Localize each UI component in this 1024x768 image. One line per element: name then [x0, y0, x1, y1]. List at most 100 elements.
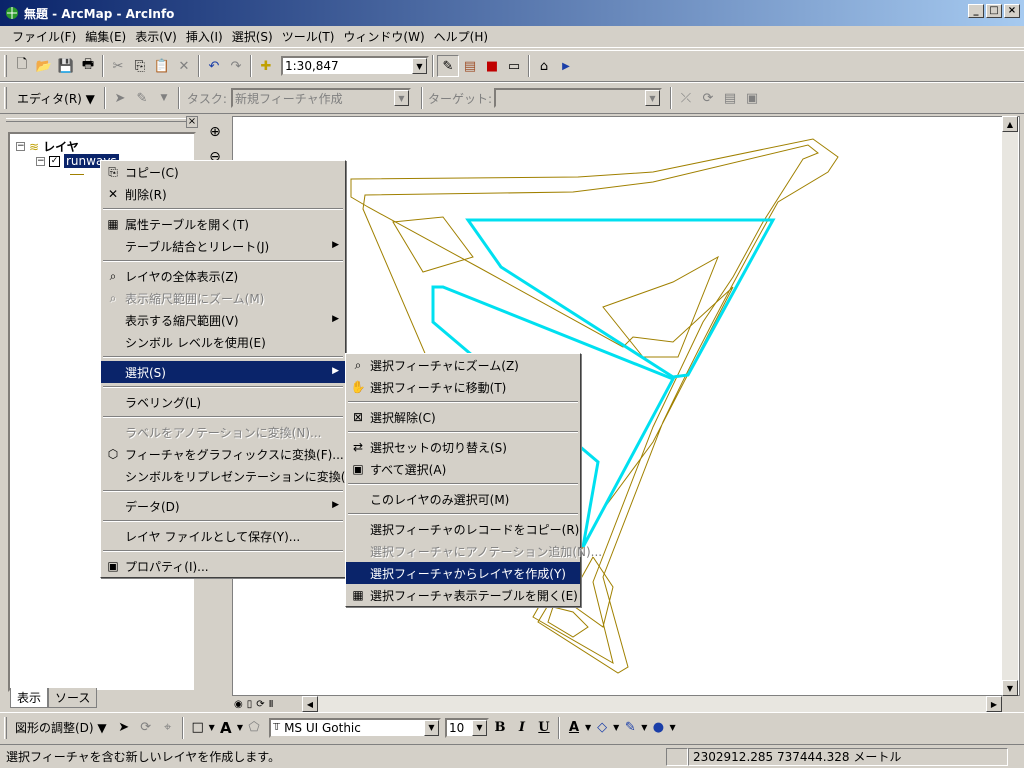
split-tool-icon[interactable]: ⤫: [675, 87, 697, 109]
sub-item[interactable]: ⊠ 選択解除(C): [346, 406, 580, 428]
zoom-in-icon[interactable]: ⊕: [204, 121, 226, 143]
cut-icon[interactable]: ✂: [107, 55, 129, 77]
ctx-item[interactable]: ✕ 削除(R): [101, 183, 345, 205]
redo-icon[interactable]: ↷: [225, 55, 247, 77]
ctx-item[interactable]: レイヤ ファイルとして保存(Y)...: [101, 525, 345, 547]
bold-button[interactable]: B: [489, 717, 511, 739]
fill-color-icon[interactable]: ◇: [591, 717, 613, 739]
attributes-icon[interactable]: ▤: [719, 87, 741, 109]
menu-tools[interactable]: ツール(T): [278, 28, 339, 45]
marker-color-icon[interactable]: ●: [647, 717, 669, 739]
sub-item[interactable]: ⌕ 選択フィーチャにズーム(Z): [346, 354, 580, 376]
map-vertical-scrollbar[interactable]: ▲ ▼: [1002, 116, 1018, 696]
toc-close-icon[interactable]: ×: [186, 116, 198, 128]
paste-icon[interactable]: 📋: [151, 55, 173, 77]
sketch-properties-icon[interactable]: ▣: [741, 87, 763, 109]
sub-item[interactable]: ✋ 選択フィーチャに移動(T): [346, 376, 580, 398]
drawing-menu-button[interactable]: 図形の調整(D) ▼: [15, 719, 107, 736]
chevron-down-icon[interactable]: ▼: [393, 90, 409, 106]
refresh-icon[interactable]: ⟳: [256, 699, 264, 710]
map-scale-combo[interactable]: 1:30,847 ▼: [281, 56, 429, 76]
toolbar-overflow-icon[interactable]: ▶: [555, 55, 577, 77]
print-icon[interactable]: 🖶: [77, 55, 99, 77]
ctx-item[interactable]: ▦ 属性テーブルを開く(T): [101, 213, 345, 235]
font-combo[interactable]: 𝕋 MS UI Gothic ▼: [268, 717, 441, 738]
chevron-down-icon[interactable]: ▼: [471, 719, 487, 736]
save-icon[interactable]: 💾: [55, 55, 77, 77]
toolbar-grip[interactable]: [4, 55, 7, 77]
target-combo[interactable]: ▼: [494, 88, 662, 108]
maximize-button[interactable]: □: [986, 4, 1002, 18]
arccatalog-icon[interactable]: ▤: [459, 55, 481, 77]
collapse-icon[interactable]: −: [36, 156, 45, 166]
tree-root[interactable]: − ≋ レイヤ: [16, 138, 79, 155]
scroll-up-icon[interactable]: ▲: [1002, 116, 1018, 132]
menu-selection[interactable]: 選択(S): [228, 28, 277, 45]
data-view-icon[interactable]: ◉: [234, 699, 243, 710]
editor-menu-button[interactable]: エディタ(R) ▼: [17, 90, 95, 107]
ctx-item[interactable]: シンボル レベルを使用(E): [101, 331, 345, 353]
ctx-item[interactable]: データ(D) ▶: [101, 495, 345, 517]
scroll-right-icon[interactable]: ▶: [986, 696, 1002, 712]
edit-tool-icon[interactable]: ➤: [109, 87, 131, 109]
new-text-icon[interactable]: A: [215, 717, 237, 739]
chevron-down-icon[interactable]: ▼: [645, 90, 660, 106]
toolbar-grip[interactable]: [4, 87, 7, 109]
arctoolbox-icon[interactable]: ■: [481, 55, 503, 77]
chevron-down-icon[interactable]: ▼: [412, 58, 427, 74]
ctx-item[interactable]: ▣ プロパティ(I)...: [101, 555, 345, 577]
ctx-item[interactable]: ⬡ フィーチャをグラフィックスに変換(F)...: [101, 443, 345, 465]
italic-button[interactable]: I: [511, 717, 533, 739]
menu-edit[interactable]: 編集(E): [81, 28, 130, 45]
close-button[interactable]: ×: [1004, 4, 1020, 18]
menu-view[interactable]: 表示(V): [131, 28, 181, 45]
ctx-item[interactable]: 表示する縮尺範囲(V) ▶: [101, 309, 345, 331]
sub-item[interactable]: ▦ 選択フィーチャ表示テーブルを開く(E): [346, 584, 580, 606]
sub-item[interactable]: このレイヤのみ選択可(M): [346, 488, 580, 510]
sub-item[interactable]: 選択フィーチャにアノテーション追加(N)...: [346, 540, 602, 562]
select-elements-icon[interactable]: ➤: [113, 717, 135, 739]
zoom-whole-page-icon[interactable]: ⌖: [157, 717, 179, 739]
rotate-icon[interactable]: ⟳: [135, 717, 157, 739]
editor-toolbar-icon[interactable]: ✎: [437, 55, 459, 77]
model-builder-icon[interactable]: ⌂: [533, 55, 555, 77]
ctx-item[interactable]: シンボルをリプレゼンテーションに変換(B)...: [101, 465, 370, 487]
menu-help[interactable]: ヘルプ(H): [430, 28, 492, 45]
sub-item[interactable]: ⇄ 選択セットの切り替え(S): [346, 436, 580, 458]
underline-button[interactable]: U: [533, 717, 555, 739]
undo-icon[interactable]: ↶: [203, 55, 225, 77]
toolbar-grip[interactable]: [4, 716, 7, 739]
edit-vertices-icon[interactable]: ⬠: [243, 717, 265, 739]
toc-grip[interactable]: [6, 118, 186, 122]
add-data-icon[interactable]: ✚: [255, 55, 277, 77]
pause-icon[interactable]: Ⅱ: [269, 699, 274, 710]
ctx-item[interactable]: ⌕ 表示縮尺範囲にズーム(M): [101, 287, 345, 309]
sub-item[interactable]: ▣ すべて選択(A): [346, 458, 580, 480]
scroll-left-icon[interactable]: ◀: [302, 696, 318, 712]
new-icon[interactable]: 🗋: [11, 55, 33, 77]
collapse-icon[interactable]: −: [16, 142, 25, 151]
font-color-icon[interactable]: A: [563, 717, 585, 739]
chevron-down-icon[interactable]: ▼: [423, 719, 439, 736]
tab-display[interactable]: 表示: [10, 688, 49, 708]
line-color-icon[interactable]: ✎: [619, 717, 641, 739]
chevron-down-icon[interactable]: ▼: [153, 87, 175, 109]
open-folder-icon[interactable]: 📂: [33, 55, 55, 77]
scroll-down-icon[interactable]: ▼: [1002, 680, 1018, 696]
layout-view-icon[interactable]: ▯: [247, 699, 253, 710]
ctx-item[interactable]: ラベルをアノテーションに変換(N)...: [101, 421, 345, 443]
rotate-tool-icon[interactable]: ⟳: [697, 87, 719, 109]
ctx-item[interactable]: テーブル結合とリレート(J) ▶: [101, 235, 345, 257]
ctx-item[interactable]: ラベリング(L): [101, 391, 345, 413]
sub-item[interactable]: 選択フィーチャのレコードをコピー(R): [346, 518, 580, 540]
ctx-item[interactable]: ⌕ レイヤの全体表示(Z): [101, 265, 345, 287]
tab-source[interactable]: ソース: [48, 688, 98, 708]
delete-icon[interactable]: ✕: [173, 55, 195, 77]
task-combo[interactable]: 新規フィーチャ作成 ▼: [230, 88, 411, 108]
sub-item[interactable]: 選択フィーチャからレイヤを作成(Y): [346, 562, 580, 584]
command-line-icon[interactable]: ▭: [503, 55, 525, 77]
sketch-tool-icon[interactable]: ✎: [131, 87, 153, 109]
menu-insert[interactable]: 挿入(I): [182, 28, 227, 45]
font-size-combo[interactable]: 10 ▼: [444, 717, 489, 738]
menu-file[interactable]: ファイル(F): [8, 28, 80, 45]
